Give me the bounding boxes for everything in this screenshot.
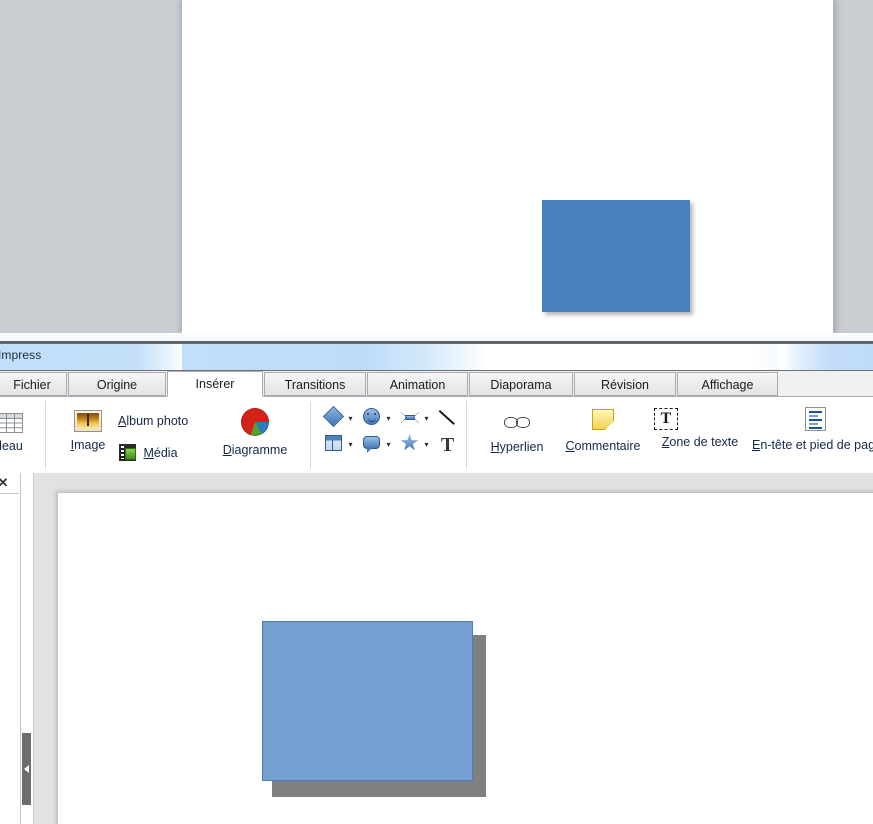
commentaire-label: Commentaire [565,439,641,453]
window-title: Impress [0,348,42,362]
en-tete-pied-de-page-label: En-tête et pied de pag [752,438,873,452]
shapes-gallery: ▾ ▾ ▾ ▾ ▾ ▾ T [322,405,462,458]
table-icon [0,411,24,438]
image-label: Image [70,438,106,452]
smiley-dropdown-icon[interactable]: ▾ [383,415,394,423]
callout-icon[interactable] [360,436,383,454]
zone-de-texte-label: Zone de texte [661,435,739,449]
chain-link-icon [504,415,530,428]
tab-fichier[interactable]: Fichier [0,372,67,396]
slide-panel-column: ✕ [0,473,21,824]
star-dropdown-icon[interactable]: ▾ [421,441,432,449]
commentaire-button[interactable]: Commentaire [560,409,646,453]
tab-animation[interactable]: Animation [367,372,468,396]
diagramme-button[interactable]: Diagramme [215,408,295,457]
background-slide-rectangle[interactable] [542,200,690,312]
diamond-icon[interactable] [322,405,345,429]
picture-icon [74,410,102,432]
slide-workspace: ✕ [0,473,873,824]
background-impress-window [0,0,873,344]
table-grid-dropdown-icon[interactable]: ▾ [345,441,356,449]
text-box-icon: T [654,408,678,430]
shapes-gallery-row-2: ▾ ▾ ▾ T [322,432,462,458]
close-icon[interactable]: ✕ [0,475,11,491]
arrow-dropdown-icon[interactable]: ▾ [421,415,432,423]
media-label: Média [143,446,178,460]
tab-inserer[interactable]: Insérer [167,371,263,397]
media-film-icon [119,444,136,461]
hyperlien-label: Hyperlien [490,440,544,454]
title-bar-right-gradient [778,344,873,370]
album-photo-label: Album photo [118,414,189,428]
sticky-note-icon [592,409,614,430]
impress-screen: Impress Fichier Origine Insérer Transiti… [0,0,873,824]
shapes-gallery-row-1: ▾ ▾ ▾ [322,405,462,432]
callout-dropdown-icon[interactable]: ▾ [383,441,394,449]
star-icon[interactable] [398,434,421,456]
en-tete-pied-de-page-button[interactable]: En-tête et pied de pag [752,407,873,452]
panel-tab-divider [0,493,19,494]
ribbon-inserer: leau Image Album photo Média Diagramme ▾… [0,397,873,475]
zone-de-texte-button[interactable]: T Zone de texte [654,408,746,449]
hyperlien-button[interactable]: Hyperlien [486,415,548,454]
diagramme-label: Diagramme [222,443,288,457]
ribbon-tab-strip: Fichier Origine Insérer Transitions Anim… [0,371,873,397]
pie-chart-icon [241,408,269,436]
text-T-icon[interactable]: T [436,435,459,456]
image-button[interactable]: Image [62,410,114,452]
media-button[interactable]: Média [119,444,178,461]
table-button[interactable]: leau [0,411,34,453]
table-grid-icon[interactable] [322,434,345,456]
tab-revision[interactable]: Révision [574,372,676,396]
ribbon-separator-1 [45,401,46,469]
impress-main-window: Impress Fichier Origine Insérer Transiti… [0,343,873,824]
ribbon-separator-3 [466,401,467,469]
tab-diaporama[interactable]: Diaporama [469,372,573,396]
slide-rectangle[interactable] [262,621,473,781]
background-slide-canvas[interactable] [182,0,833,333]
panel-collapse-handle[interactable] [22,733,31,805]
table-label: leau [0,439,23,453]
diamond-dropdown-icon[interactable]: ▾ [345,415,356,423]
line-icon[interactable] [436,409,459,430]
header-footer-icon [804,407,826,431]
double-arrow-icon[interactable] [398,410,421,428]
title-bar-left-gradient: Impress [0,344,182,370]
tab-affichage[interactable]: Affichage [677,372,778,396]
title-bar[interactable]: Impress [0,344,873,371]
tab-transitions[interactable]: Transitions [264,372,366,396]
smiley-icon[interactable] [360,408,383,430]
tab-origine[interactable]: Origine [68,372,166,396]
album-photo-button[interactable]: Album photo [118,414,188,428]
ribbon-separator-2 [310,401,311,469]
background-window-bottom-strip [0,333,873,341]
